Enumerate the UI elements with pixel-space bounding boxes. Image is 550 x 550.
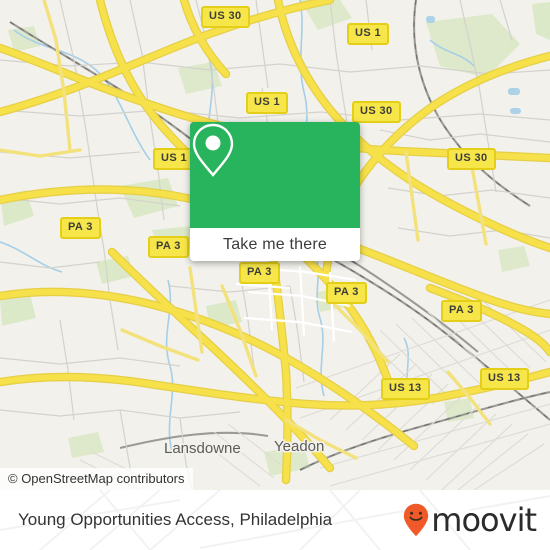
popup-icon-area <box>190 122 360 228</box>
highway-shield: US 1 <box>153 148 196 170</box>
moovit-brand[interactable]: moovit <box>403 501 537 539</box>
highway-shield: PA 3 <box>441 300 482 322</box>
map-canvas[interactable]: US 30 US 1 US 1 US 30 US 30 US 1 PA 3 PA… <box>0 0 550 490</box>
take-me-there-button[interactable]: Take me there <box>190 228 360 261</box>
highway-shield: US 30 <box>201 6 250 28</box>
highway-shield: PA 3 <box>239 262 280 284</box>
highway-shield: US 13 <box>480 368 529 390</box>
highway-shield: US 1 <box>347 23 390 45</box>
moovit-smiley-pin-icon <box>404 503 429 537</box>
highway-shield: US 1 <box>246 92 289 114</box>
location-title: Young Opportunities Access, Philadelphia <box>18 510 333 529</box>
place-label: Yeadon <box>274 438 325 455</box>
map-attribution[interactable]: © OpenStreetMap contributors <box>0 468 193 490</box>
footer-bar: Young Opportunities Access, Philadelphia… <box>0 490 550 550</box>
highway-shield: PA 3 <box>60 217 101 239</box>
highway-shield: PA 3 <box>326 282 367 304</box>
highway-shield: PA 3 <box>148 236 189 258</box>
highway-shield: US 13 <box>381 378 430 400</box>
map-screen: US 30 US 1 US 1 US 30 US 30 US 1 PA 3 PA… <box>0 0 550 550</box>
place-label: Lansdowne <box>164 440 241 457</box>
location-popup[interactable]: Take me there <box>190 122 360 261</box>
highway-shield: US 30 <box>352 101 401 123</box>
moovit-wordmark: moovit <box>431 501 537 539</box>
highway-shield: US 30 <box>447 148 496 170</box>
location-pin-icon <box>192 123 234 177</box>
